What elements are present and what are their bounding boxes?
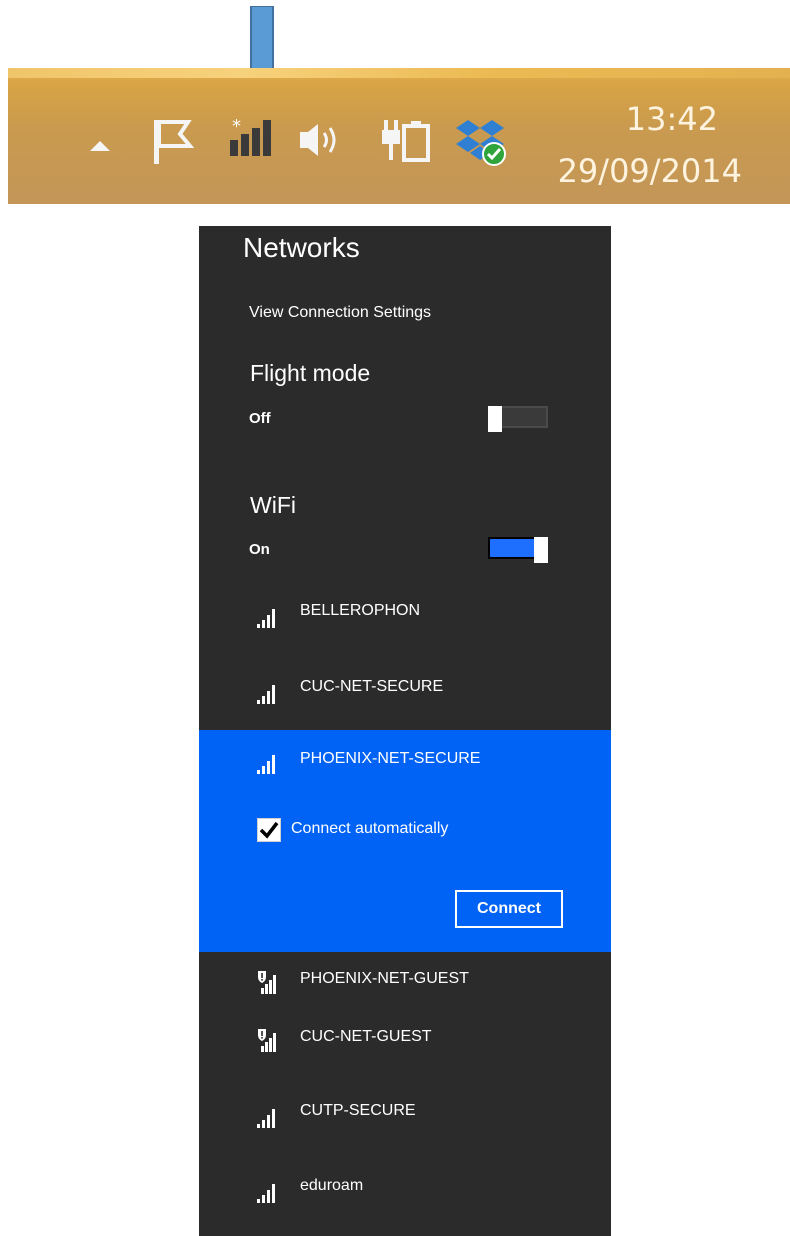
- flight-mode-toggle[interactable]: [488, 406, 548, 432]
- flight-mode-state: Off: [249, 410, 271, 427]
- toggle-thumb: [534, 537, 548, 563]
- flight-mode-heading: Flight mode: [250, 360, 371, 386]
- wifi-state: On: [249, 541, 270, 558]
- power-plugged-battery-icon[interactable]: [380, 118, 432, 164]
- network-name: eduroam: [300, 1177, 364, 1194]
- wifi-signal-icon: [257, 609, 275, 628]
- wifi-signal-icon: [257, 755, 275, 774]
- network-name: PHOENIX-NET-SECURE: [300, 750, 481, 767]
- wifi-signal-icon: [257, 685, 275, 704]
- wifi-signal-icon: [257, 1184, 275, 1203]
- connect-automatically-checkbox[interactable]: [257, 818, 281, 842]
- show-hidden-icons-icon[interactable]: [88, 138, 112, 154]
- connect-button[interactable]: Connect: [455, 890, 563, 928]
- wifi-toggle[interactable]: [488, 537, 548, 563]
- network-no-connection-icon[interactable]: *: [228, 116, 278, 160]
- network-name: BELLEROPHON: [300, 602, 421, 619]
- open-network-shield-signal-icon: [258, 1029, 276, 1052]
- wifi-heading: WiFi: [250, 492, 296, 518]
- view-connection-settings-link[interactable]: View Connection Settings: [249, 304, 431, 322]
- network-item-eduroam[interactable]: eduroam: [199, 1171, 611, 1215]
- network-item-cuc-net-secure[interactable]: CUC-NET-SECURE: [199, 672, 611, 716]
- networks-flyout: Networks View Connection Settings Flight…: [199, 226, 611, 1236]
- clock-date: 29/09/2014: [557, 152, 742, 190]
- network-item-phoenix-net-secure-selected[interactable]: PHOENIX-NET-SECURE Connect automatically…: [199, 730, 611, 952]
- network-item-phoenix-net-guest[interactable]: PHOENIX-NET-GUEST: [199, 964, 611, 1008]
- network-name: PHOENIX-NET-GUEST: [300, 970, 469, 987]
- checkmark-icon: [259, 821, 279, 839]
- dropbox-synced-icon[interactable]: [456, 116, 508, 168]
- network-name: CUTP-SECURE: [300, 1102, 416, 1119]
- toggle-thumb: [488, 406, 502, 432]
- network-item-bellerophon[interactable]: BELLEROPHON: [199, 596, 611, 640]
- open-network-shield-signal-icon: [258, 971, 276, 994]
- network-name: CUC-NET-SECURE: [300, 678, 444, 695]
- panel-title: Networks: [243, 232, 360, 263]
- svg-text:*: *: [232, 116, 241, 137]
- network-name: CUC-NET-GUEST: [300, 1028, 432, 1045]
- network-item-cutp-secure[interactable]: CUTP-SECURE: [199, 1096, 611, 1140]
- connect-automatically-label: Connect automatically: [291, 820, 449, 837]
- taskbar-notification-area: * 13:42 29/09/2014: [8, 68, 790, 204]
- network-item-cuc-net-guest[interactable]: CUC-NET-GUEST: [199, 1022, 611, 1066]
- action-center-flag-icon[interactable]: [152, 118, 194, 166]
- clock-time: 13:42: [625, 100, 718, 138]
- volume-icon[interactable]: [298, 120, 346, 160]
- wifi-signal-icon: [257, 1109, 275, 1128]
